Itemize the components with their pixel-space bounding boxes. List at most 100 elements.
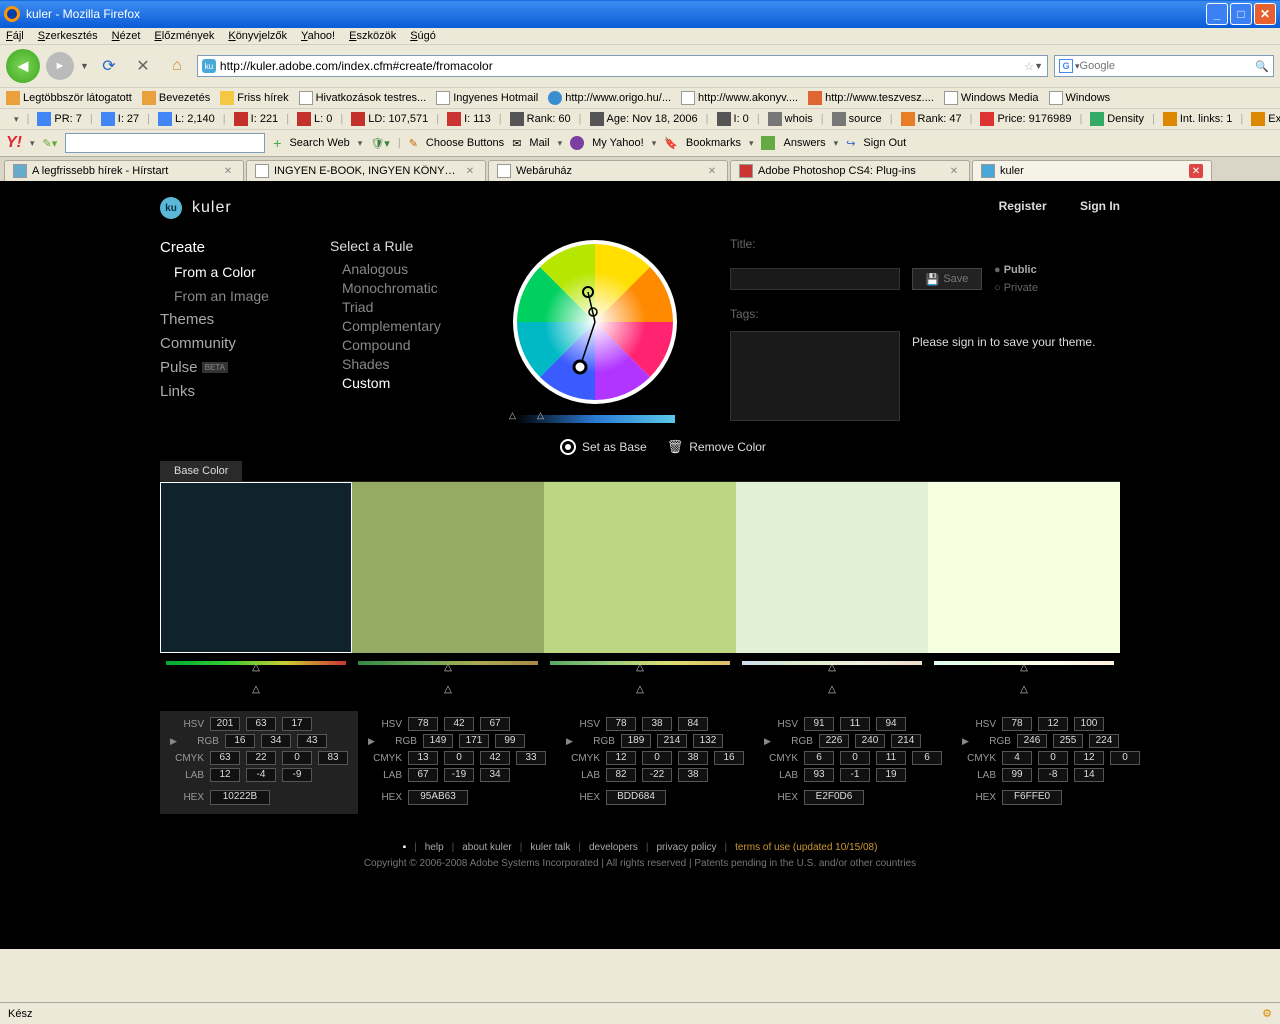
maximize-button[interactable]: □ (1230, 3, 1252, 25)
value-box[interactable]: 214 (891, 734, 921, 748)
nav-item[interactable]: Themes (160, 309, 330, 331)
saturation-slider[interactable]: △ (352, 681, 544, 697)
value-box[interactable]: 226 (819, 734, 849, 748)
browser-tab[interactable]: Adobe Photoshop CS4: Plug-ins✕ (730, 160, 970, 181)
tab-close-icon[interactable]: ✕ (947, 164, 961, 178)
value-box[interactable]: 171 (459, 734, 489, 748)
bookmark-item[interactable]: http://www.origo.hu/... (548, 91, 671, 105)
saturation-slider[interactable]: △ (160, 681, 352, 697)
value-box[interactable]: 38 (678, 768, 708, 782)
seo-item[interactable]: Int. links: 1 (1163, 112, 1233, 126)
browser-tab[interactable]: kuler✕ (972, 160, 1212, 181)
seo-item[interactable]: PR: 7 (37, 112, 82, 126)
remove-color-button[interactable]: 🗑Remove Color (667, 439, 766, 455)
reload-button[interactable]: ⟳ (95, 52, 123, 80)
play-icon[interactable]: ▶ (962, 736, 969, 747)
value-box[interactable]: -9 (282, 768, 312, 782)
value-box[interactable]: 63 (246, 717, 276, 731)
seo-item[interactable]: Age: Nov 18, 2006 (590, 112, 698, 126)
value-box[interactable]: 38 (678, 751, 708, 765)
kuler-logo[interactable]: ku (160, 197, 182, 219)
rule-item[interactable]: Shades (330, 355, 480, 374)
hue-slider[interactable]: △ (736, 659, 928, 675)
forward-button[interactable]: ► (46, 52, 74, 80)
value-box[interactable]: 0 (1038, 751, 1068, 765)
rule-item[interactable]: Monochromatic (330, 279, 480, 298)
signin-link[interactable]: Sign In (1080, 199, 1120, 213)
color-swatch[interactable] (352, 482, 544, 653)
value-box[interactable]: 84 (678, 717, 708, 731)
add-icon[interactable]: + (273, 135, 281, 151)
brightness-slider[interactable]: △ △ (515, 415, 675, 423)
menu-item[interactable]: Fájl (6, 30, 24, 42)
seo-item[interactable]: Ext. links: (1251, 112, 1280, 126)
color-swatch[interactable] (736, 482, 928, 653)
nav-item[interactable]: Create (160, 237, 330, 259)
tab-close-icon[interactable]: ✕ (463, 164, 477, 178)
value-box[interactable]: 42 (480, 751, 510, 765)
hex-box[interactable]: 95AB63 (408, 790, 468, 805)
value-box[interactable]: 149 (423, 734, 453, 748)
set-as-base-button[interactable]: Set as Base (560, 439, 647, 455)
mail-icon[interactable]: ✉ (512, 137, 521, 150)
value-box[interactable]: 12 (606, 751, 636, 765)
value-box[interactable]: 22 (246, 751, 276, 765)
value-box[interactable]: 19 (876, 768, 906, 782)
nav-item[interactable]: Pulse BETA (160, 357, 330, 379)
url-dropdown-icon[interactable]: ▼ (1034, 61, 1043, 71)
bookmark-item[interactable]: Ingyenes Hotmail (436, 91, 538, 105)
yahoo-search-web[interactable]: Search Web (289, 137, 349, 149)
saturation-slider[interactable]: △ (736, 681, 928, 697)
bookmark-item[interactable]: Windows (1049, 91, 1111, 105)
value-box[interactable]: 0 (642, 751, 672, 765)
back-button[interactable]: ◄ (6, 49, 40, 83)
shield-icon[interactable]: 🛡▾ (370, 137, 390, 150)
rule-item[interactable]: Triad (330, 298, 480, 317)
public-radio[interactable]: ● Public (994, 261, 1038, 279)
yahoo-logo[interactable]: Y! (6, 134, 22, 152)
seo-item[interactable]: whois (768, 112, 813, 126)
rule-item[interactable]: Compound (330, 336, 480, 355)
value-box[interactable]: 78 (606, 717, 636, 731)
seo-item[interactable]: I: 221 (234, 112, 279, 126)
answers-icon[interactable] (761, 136, 775, 150)
value-box[interactable]: 214 (657, 734, 687, 748)
hex-box[interactable]: E2F0D6 (804, 790, 864, 805)
pencil-icon[interactable]: ✎▾ (43, 137, 58, 150)
search-input[interactable] (1080, 60, 1256, 72)
rule-item[interactable]: Analogous (330, 260, 480, 279)
footer-link[interactable]: help (425, 842, 444, 853)
value-box[interactable]: 83 (318, 751, 348, 765)
tags-input[interactable] (730, 331, 900, 421)
value-box[interactable]: 12 (210, 768, 240, 782)
value-box[interactable]: 67 (408, 768, 438, 782)
value-box[interactable]: 12 (1038, 717, 1068, 731)
browser-tab[interactable]: A legfrissebb hírek - Hírstart✕ (4, 160, 244, 181)
footer-link[interactable]: about kuler (462, 842, 511, 853)
color-swatch[interactable] (544, 482, 736, 653)
yahoo-choose[interactable]: Choose Buttons (426, 137, 504, 149)
value-box[interactable]: 93 (804, 768, 834, 782)
play-icon[interactable]: ▶ (368, 736, 375, 747)
value-box[interactable]: 13 (408, 751, 438, 765)
value-box[interactable]: 14 (1074, 768, 1104, 782)
nav-item[interactable]: Community (160, 333, 330, 355)
value-box[interactable]: 246 (1017, 734, 1047, 748)
value-box[interactable]: 82 (606, 768, 636, 782)
bookmark-item[interactable]: Hivatkozások testres... (299, 91, 427, 105)
value-box[interactable]: 91 (804, 717, 834, 731)
value-box[interactable]: 63 (210, 751, 240, 765)
search-box[interactable]: G ▾ 🔍 (1054, 55, 1274, 77)
signout-icon[interactable]: ↪ (846, 137, 855, 150)
hex-box[interactable]: BDD684 (606, 790, 666, 805)
value-box[interactable]: 16 (714, 751, 744, 765)
value-box[interactable]: -19 (444, 768, 474, 782)
seo-item[interactable]: Rank: 60 (510, 112, 571, 126)
footer-link[interactable]: privacy policy (656, 842, 716, 853)
footer-link[interactable]: kuler talk (530, 842, 570, 853)
seo-item[interactable]: I: 0 (717, 112, 749, 126)
value-box[interactable]: 255 (1053, 734, 1083, 748)
yahoo-answers[interactable]: Answers (783, 137, 825, 149)
seo-item[interactable]: Density (1090, 112, 1144, 126)
value-box[interactable]: 34 (261, 734, 291, 748)
